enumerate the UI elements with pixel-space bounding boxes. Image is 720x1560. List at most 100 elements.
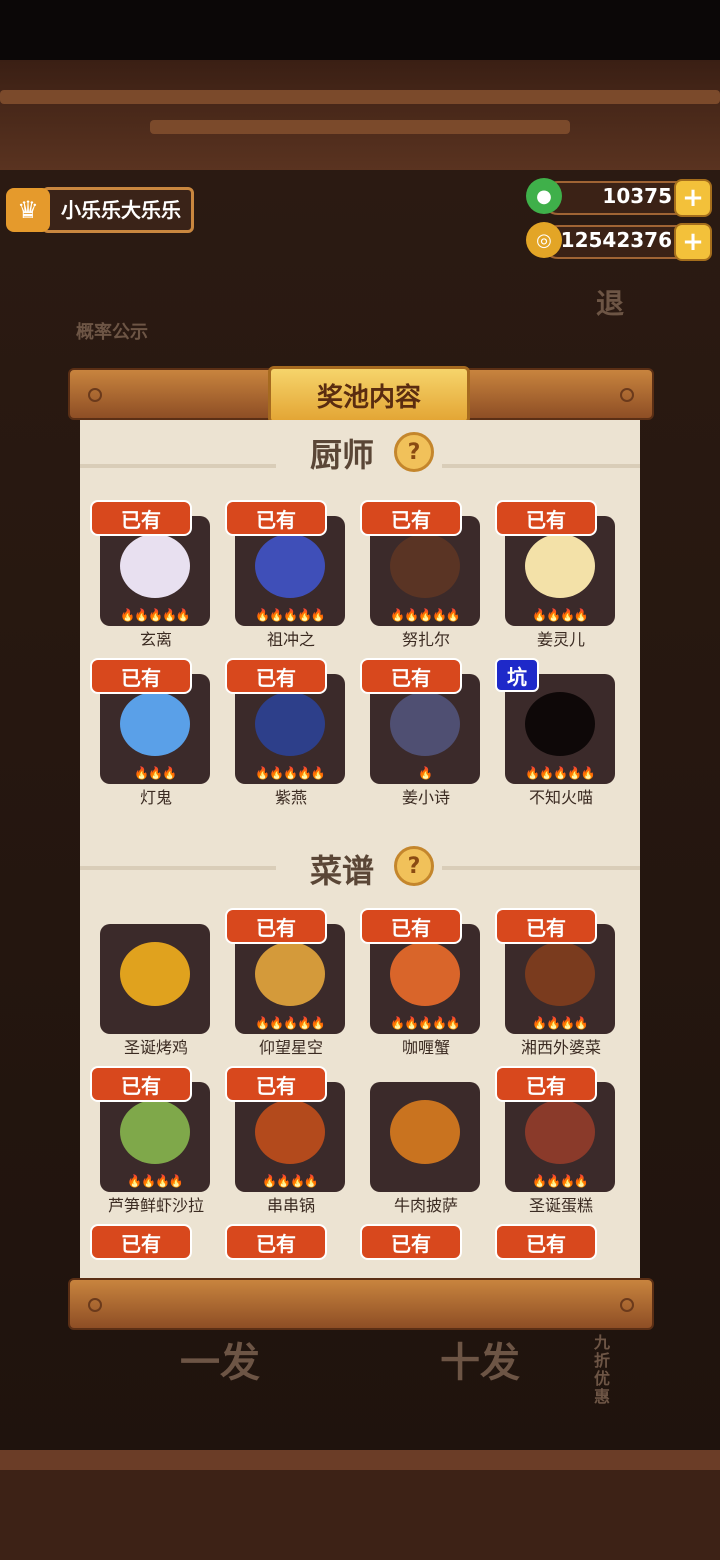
help-icon[interactable]: ?: [394, 846, 434, 886]
card-name: 努扎尔: [401, 630, 450, 649]
chef-card[interactable]: 🔥 已有姜小诗: [360, 658, 482, 807]
owned-badge: 已有: [225, 658, 327, 694]
card-frame: [100, 924, 210, 1034]
owned-badge: 已有: [495, 1066, 597, 1102]
rarity-flames: 🔥🔥🔥🔥🔥: [120, 608, 191, 622]
roof-beam: [150, 120, 570, 134]
roof-decoration: [0, 60, 720, 170]
jade-icon: ●: [526, 178, 562, 214]
card-name: 玄离: [139, 630, 172, 649]
recipes-section-header: 菜谱 ?: [80, 846, 640, 890]
chef-portrait: [525, 692, 595, 756]
chef-card[interactable]: 🔥🔥🔥🔥🔥 坑不知火喵: [495, 658, 617, 807]
jade-value: 10375: [602, 184, 672, 208]
chef-portrait: [120, 692, 190, 756]
card-name: 湘西外婆菜: [520, 1038, 601, 1057]
prize-pool-list[interactable]: 厨师 ? 🔥🔥🔥🔥🔥 已有 玄离 🔥🔥🔥🔥🔥 已有 祖冲之 🔥🔥🔥🔥🔥 已有 努扎尔 🔥🔥🔥🔥 已有…: [80, 420, 640, 1278]
add-jade-button[interactable]: +: [674, 179, 712, 217]
player-tag[interactable]: ♛ 小乐乐大乐乐: [6, 186, 194, 234]
ten-pull-button[interactable]: 十发: [440, 1330, 520, 1388]
card-name: 牛肉披萨: [393, 1196, 458, 1215]
coin-counter: ◎ 12542376 +: [526, 222, 712, 261]
chef-card[interactable]: 🔥🔥🔥🔥🔥 已有祖冲之: [225, 500, 347, 649]
recipe-card[interactable]: 🔥🔥🔥🔥 已有 芦笋鲜虾沙拉: [90, 1066, 212, 1215]
card-name: 姜灵儿: [536, 630, 585, 649]
owned-badge: 已有: [90, 1224, 192, 1260]
recipe-card[interactable]: 🔥🔥🔥🔥 已有 湘西外婆菜: [495, 908, 617, 1057]
help-icon[interactable]: ?: [394, 432, 434, 472]
recipe-card[interactable]: 圣诞烤鸡: [100, 908, 212, 1057]
chef-card[interactable]: 🔥🔥🔥🔥🔥 已有 努扎尔: [360, 500, 482, 649]
dish-image: [120, 1100, 190, 1164]
recipe-card[interactable]: 🔥🔥🔥🔥 已有 串串锅: [225, 1066, 347, 1215]
owned-badge: 已有: [360, 500, 462, 536]
dish-image: [525, 942, 595, 1006]
chef-card[interactable]: 🔥🔥🔥 已有灯鬼: [90, 658, 212, 807]
owned-badge: 已有: [225, 500, 327, 536]
owned-badge: 已有: [90, 658, 192, 694]
divider: [442, 464, 640, 468]
chef-portrait: [525, 534, 595, 598]
recipe-card[interactable]: 🔥🔥🔥🔥🔥 已有 仰望星空: [225, 908, 347, 1057]
owned-badge: 已有: [495, 1224, 597, 1260]
dish-image: [525, 1100, 595, 1164]
chef-portrait: [255, 692, 325, 756]
card-name: 芦笋鲜虾沙拉: [107, 1196, 204, 1215]
chef-card[interactable]: 🔥🔥🔥🔥 已有姜灵儿: [495, 500, 617, 649]
section-title: 菜谱: [310, 852, 375, 890]
recipe-card[interactable]: 🔥🔥🔥🔥 已有圣诞蛋糕: [495, 1066, 617, 1215]
owned-badge: 已有: [360, 908, 462, 944]
recipe-card[interactable]: 牛肉披萨: [370, 1066, 482, 1215]
discount-tag: 九折优惠: [594, 1333, 611, 1406]
rarity-flames: 🔥🔥🔥🔥: [532, 608, 589, 622]
status-bar-area: [0, 0, 720, 60]
card-name: 咖喱蟹: [401, 1038, 450, 1057]
roof-beam: [0, 90, 720, 104]
rod-rivet: [88, 1298, 102, 1312]
rarity-flames: 🔥🔥🔥🔥🔥: [525, 766, 596, 780]
exit-button[interactable]: 退: [596, 282, 624, 322]
chef-portrait: [390, 534, 460, 598]
rarity-flames: 🔥🔥🔥🔥: [262, 1174, 319, 1188]
owned-badge: 已有: [495, 500, 597, 536]
recipe-card[interactable]: 🔥🔥🔥🔥🔥 已有 咖喱蟹: [360, 908, 482, 1057]
single-pull-button[interactable]: 一发: [180, 1330, 260, 1388]
panel-title: 奖池内容: [268, 366, 470, 424]
chef-portrait: [255, 534, 325, 598]
chefs-section-header: 厨师 ?: [80, 432, 640, 484]
rarity-flames: 🔥🔥🔥🔥🔥: [255, 608, 326, 622]
card-name: 姜小诗: [401, 788, 450, 807]
dish-image: [120, 942, 190, 1006]
player-name: 小乐乐大乐乐: [42, 187, 194, 233]
chef-card[interactable]: 🔥🔥🔥🔥🔥 已有紫燕: [225, 658, 347, 807]
owned-badge: 已有: [225, 1066, 327, 1102]
owned-badge: 已有: [495, 908, 597, 944]
add-coin-button[interactable]: +: [674, 223, 712, 261]
chef-card[interactable]: 🔥🔥🔥🔥🔥 已有 玄离: [90, 500, 212, 649]
card-name: 圣诞蛋糕: [528, 1196, 593, 1215]
card-frame: [370, 1082, 480, 1192]
odds-button[interactable]: 概率公示: [76, 318, 148, 344]
pit-badge: 坑: [495, 658, 539, 692]
rod-rivet: [88, 388, 102, 402]
coin-value: 12542376: [560, 228, 672, 252]
rarity-flames: 🔥🔥🔥: [134, 766, 177, 780]
floor-edge: [0, 1450, 720, 1470]
rarity-flames: 🔥: [418, 766, 433, 780]
card-name: 仰望星空: [258, 1038, 323, 1057]
card-name: 灯鬼: [139, 788, 172, 807]
rarity-flames: 🔥🔥🔥🔥: [127, 1174, 184, 1188]
owned-badge: 已有: [225, 1224, 327, 1260]
rarity-flames: 🔥🔥🔥🔥🔥: [255, 766, 326, 780]
jade-counter: ● 10375 +: [526, 178, 712, 217]
dish-image: [255, 942, 325, 1006]
owned-badge: 已有: [360, 658, 462, 694]
card-name: 紫燕: [274, 788, 307, 807]
owned-badge: 已有: [360, 1224, 462, 1260]
dish-image: [255, 1100, 325, 1164]
chef-portrait: [390, 692, 460, 756]
rarity-flames: 🔥🔥🔥🔥: [532, 1174, 589, 1188]
card-name: 祖冲之: [266, 630, 315, 649]
dish-image: [390, 1100, 460, 1164]
divider: [442, 866, 640, 870]
